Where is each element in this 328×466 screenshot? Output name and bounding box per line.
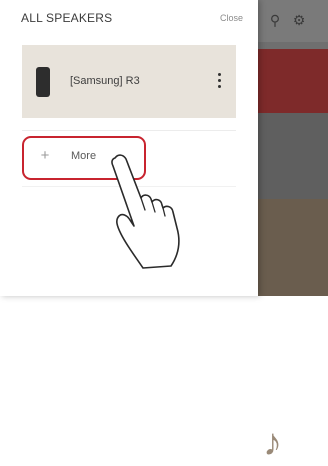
- search-icon: ⚲: [269, 12, 281, 28]
- background-top-bar: ⚲ ⚙: [258, 0, 328, 42]
- divider: [22, 130, 236, 131]
- background-banner: [258, 49, 328, 113]
- tap-hand-icon: [111, 154, 180, 269]
- all-speakers-drawer: ALL SPEAKERS Close [Samsung] R3 + More: [0, 0, 258, 296]
- speaker-device-icon: [36, 67, 50, 97]
- background-panel: [258, 113, 328, 199]
- drawer-title: ALL SPEAKERS: [21, 11, 113, 25]
- background-music-tile: ♪: [258, 199, 328, 464]
- more-options-icon[interactable]: [214, 71, 224, 93]
- speaker-item[interactable]: [Samsung] R3: [22, 45, 236, 118]
- speaker-name: [Samsung] R3: [70, 75, 140, 87]
- close-button[interactable]: Close: [220, 13, 243, 23]
- settings-icon: ⚙: [292, 12, 306, 28]
- background-app: ⚲ ⚙ ♪: [258, 0, 328, 464]
- plus-icon: +: [40, 147, 50, 164]
- more-label: More: [71, 150, 97, 162]
- music-note-icon: ♪: [263, 422, 282, 464]
